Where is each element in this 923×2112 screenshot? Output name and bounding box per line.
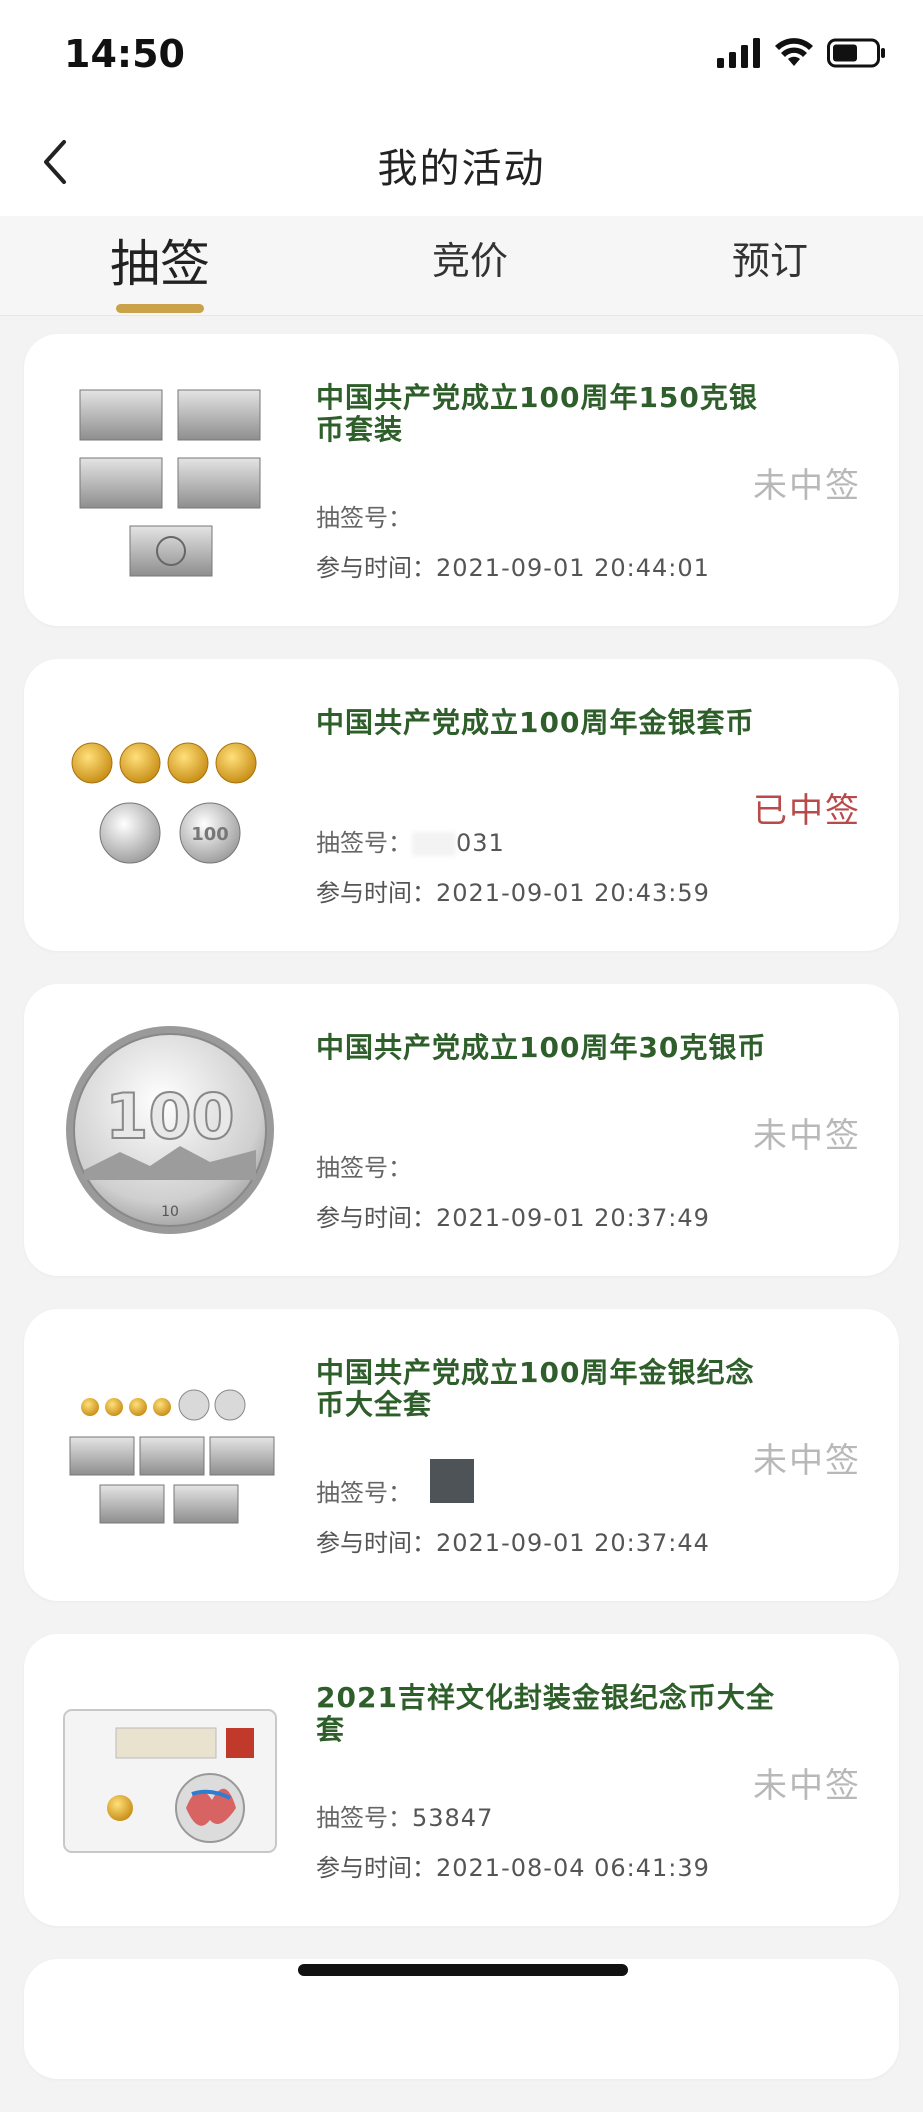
status-icons bbox=[717, 38, 887, 68]
card-code-value: 031 bbox=[456, 829, 505, 857]
card-time-label: 参与时间： bbox=[316, 1854, 436, 1882]
battery-icon bbox=[827, 38, 885, 68]
svg-text:10: 10 bbox=[161, 1204, 179, 1220]
svg-text:100: 100 bbox=[105, 1080, 234, 1153]
page-title: 我的活动 bbox=[377, 146, 546, 192]
card-code-label: 抽签号： bbox=[316, 504, 412, 532]
card-code: 抽签号： bbox=[316, 1148, 412, 1183]
card-time-value: 2021-09-01 20:37:49 bbox=[436, 1204, 710, 1232]
full-set-icon bbox=[69, 1389, 275, 1524]
activity-card[interactable]: 2021吉祥文化封装金银纪念币大全套 抽签号：53847 参与时间：2021-0… bbox=[24, 1634, 899, 1926]
card-time-value: 2021-08-04 06:41:39 bbox=[436, 1854, 710, 1882]
card-code-value: 53847 bbox=[412, 1804, 494, 1832]
card-time: 参与时间：2021-09-01 20:37:49 bbox=[316, 1198, 710, 1233]
card-title: 中国共产党成立100周年30克银币 bbox=[316, 1031, 767, 1064]
active-tab-indicator bbox=[116, 304, 204, 313]
card-time-value: 2021-09-01 20:43:59 bbox=[436, 879, 710, 907]
card-status: 未中签 bbox=[753, 1766, 861, 1806]
card-title: 中国共产党成立100周年金银纪念币大全套 bbox=[316, 1356, 755, 1421]
card-status: 已中签 bbox=[753, 791, 861, 831]
status-bar: 14:50 bbox=[0, 0, 923, 110]
card-time: 参与时间：2021-08-04 06:41:39 bbox=[316, 1848, 710, 1883]
sealed-coin-set-icon bbox=[63, 1709, 277, 1853]
nav-bar: 我的活动 bbox=[0, 110, 923, 216]
card-time-value: 2021-09-01 20:44:01 bbox=[436, 554, 710, 582]
tab-bidding[interactable]: 竞价 bbox=[370, 230, 570, 285]
card-status: 未中签 bbox=[753, 1441, 861, 1481]
tab-reservation[interactable]: 预订 bbox=[670, 230, 870, 285]
activity-card[interactable]: 中国共产党成立100周年150克银币套装 抽签号： 参与时间：2021-09-0… bbox=[24, 334, 899, 626]
silver-coin-100-icon: 100 10 bbox=[66, 1026, 274, 1234]
card-code: 抽签号： 031 bbox=[316, 823, 505, 858]
card-title: 2021吉祥文化封装金银纪念币大全套 bbox=[316, 1681, 775, 1746]
redacted-mask bbox=[412, 832, 456, 856]
card-code: 抽签号： bbox=[316, 498, 412, 533]
card-code-label: 抽签号： bbox=[316, 1154, 412, 1182]
card-title: 中国共产党成立100周年金银套币 bbox=[316, 706, 755, 739]
activity-card[interactable]: 100 中国共产党成立100周年金银套币 抽签号： 031 参与时间：2021-0… bbox=[24, 659, 899, 951]
activity-card[interactable]: 中国共产党成立100周年金银纪念币大全套 抽签号： 参与时间：2021-09-0… bbox=[24, 1309, 899, 1601]
activity-card[interactable] bbox=[24, 1959, 899, 2079]
activity-card[interactable]: 100 10 中国共产党成立100周年30克银币 抽签号： 参与时间：2021-… bbox=[24, 984, 899, 1276]
signal-icon bbox=[717, 38, 760, 68]
status-time: 14:50 bbox=[64, 32, 185, 76]
card-code-label: 抽签号： bbox=[316, 1479, 412, 1507]
card-time: 参与时间：2021-09-01 20:37:44 bbox=[316, 1523, 710, 1558]
card-time: 参与时间：2021-09-01 20:43:59 bbox=[316, 873, 710, 908]
card-time-label: 参与时间： bbox=[316, 879, 436, 907]
redacted-mask bbox=[430, 1459, 474, 1503]
card-status: 未中签 bbox=[753, 466, 861, 506]
activity-list: 中国共产党成立100周年150克银币套装 抽签号： 参与时间：2021-09-0… bbox=[24, 334, 899, 2112]
card-time-label: 参与时间： bbox=[316, 554, 436, 582]
card-time: 参与时间：2021-09-01 20:44:01 bbox=[316, 548, 710, 583]
rect-silver-set-icon bbox=[79, 389, 261, 577]
card-code: 抽签号：53847 bbox=[316, 1798, 493, 1833]
card-status: 未中签 bbox=[753, 1116, 861, 1156]
card-time-label: 参与时间： bbox=[316, 1204, 436, 1232]
card-code: 抽签号： bbox=[316, 1473, 412, 1508]
home-indicator bbox=[298, 1964, 628, 1976]
tab-bar: 抽签 竞价 预订 bbox=[0, 216, 923, 316]
tab-lottery[interactable]: 抽签 bbox=[60, 224, 260, 296]
card-code-label: 抽签号： bbox=[316, 829, 412, 857]
card-time-label: 参与时间： bbox=[316, 1529, 436, 1557]
wifi-icon bbox=[775, 38, 813, 66]
card-time-value: 2021-09-01 20:37:44 bbox=[436, 1529, 710, 1557]
gold-silver-coins-icon: 100 bbox=[71, 742, 257, 864]
card-title: 中国共产党成立100周年150克银币套装 bbox=[316, 381, 758, 446]
svg-text:100: 100 bbox=[191, 824, 229, 845]
card-code-label: 抽签号： bbox=[316, 1804, 412, 1832]
